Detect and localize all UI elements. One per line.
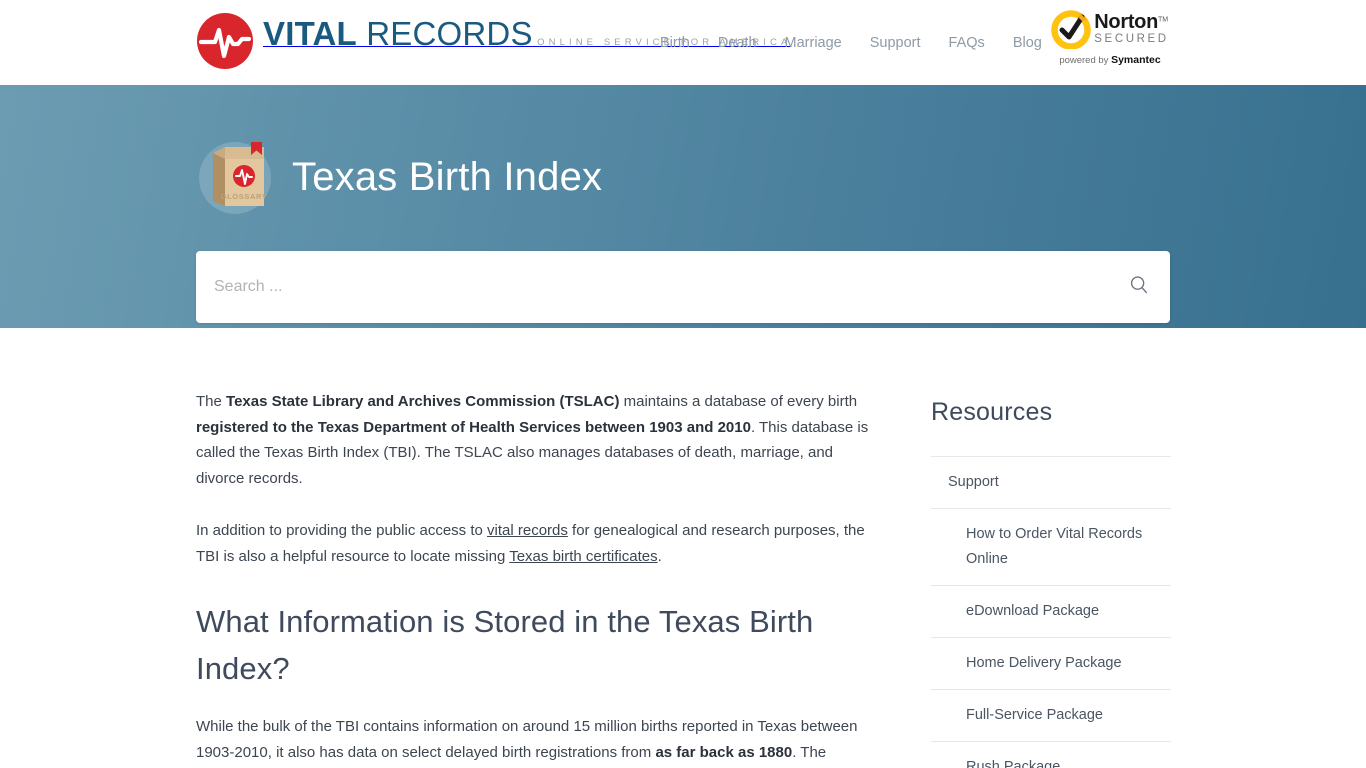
norton-tm: TM: [1158, 16, 1169, 24]
logo-title: VITAL RECORDS: [263, 15, 533, 52]
norton-secured-badge[interactable]: NortonTM SECURED powered by Symantec: [1049, 7, 1171, 75]
p2-part-1: In addition to providing the public acce…: [196, 522, 488, 539]
sidebar-item-how-to-order-vital-records-online[interactable]: How to Order Vital Records Online: [931, 522, 1171, 572]
section-heading: What Information is Stored in the Texas …: [196, 604, 814, 686]
resources-sidebar: Resources Support How to Order Vital Rec…: [931, 328, 1171, 768]
sidebar-title: Resources: [931, 398, 1053, 426]
norton-powered-by: powered by Symantec: [1059, 54, 1160, 66]
resources-list: Support How to Order Vital Records Onlin…: [931, 456, 1171, 768]
article-content: The Texas State Library and Archives Com…: [196, 328, 876, 768]
hero-inner: GLOSSARY Texas Birth Index: [196, 85, 1170, 323]
nav-item-faqs[interactable]: FAQs: [949, 35, 985, 51]
p1-bold-2: registered to the Texas Department of He…: [196, 418, 751, 436]
link-vital-records[interactable]: vital records: [487, 522, 568, 539]
sidebar-item-support[interactable]: Support: [931, 470, 1171, 495]
logo-title-light: RECORDS: [356, 15, 533, 52]
list-item[interactable]: Rush Package: [931, 741, 1171, 768]
nav-item-birth[interactable]: Birth: [660, 35, 690, 51]
site-header: VITAL RECORDS ONLINE SERVICE FOR AMERICA…: [0, 0, 1366, 85]
p1-part-2: maintains a database of every birth: [619, 393, 858, 410]
glossary-book-icon: GLOSSARY: [196, 136, 274, 218]
nav-item-marriage[interactable]: Marriage: [785, 35, 842, 51]
list-item[interactable]: Support: [931, 456, 1171, 508]
list-item[interactable]: Home Delivery Package: [931, 637, 1171, 689]
norton-symantec-brand: Symantec: [1111, 54, 1161, 66]
norton-checkmark-icon: [1051, 9, 1092, 50]
link-texas-birth-certificates[interactable]: Texas birth certificates: [509, 548, 657, 565]
norton-badge-top: NortonTM SECURED: [1051, 7, 1168, 51]
search-submit-button[interactable]: [1122, 270, 1156, 304]
article-paragraph-1: The Texas State Library and Archives Com…: [196, 389, 876, 491]
list-item[interactable]: eDownload Package: [931, 585, 1171, 637]
nav-item-death[interactable]: Death: [718, 35, 757, 51]
sidebar-item-home-delivery-package[interactable]: Home Delivery Package: [931, 651, 1171, 676]
svg-text:GLOSSARY: GLOSSARY: [221, 192, 268, 201]
search-box[interactable]: [196, 250, 1170, 323]
norton-wordmark: Norton: [1094, 11, 1159, 34]
list-item[interactable]: How to Order Vital Records Online: [931, 508, 1171, 585]
search-icon: [1128, 274, 1150, 299]
logo-title-bold: VITAL: [263, 15, 357, 52]
page-title: Texas Birth Index: [292, 154, 603, 199]
hero-banner: GLOSSARY Texas Birth Index: [0, 85, 1366, 328]
p2-part-3: .: [657, 547, 662, 565]
content-wrap: The Texas State Library and Archives Com…: [196, 328, 1171, 768]
p1-bold-1: Texas State Library and Archives Commiss…: [226, 393, 620, 410]
sidebar-item-rush-package[interactable]: Rush Package: [931, 755, 1171, 768]
norton-secured-text: SECURED: [1094, 33, 1169, 46]
page-body: The Texas State Library and Archives Com…: [0, 328, 1366, 768]
article-paragraph-3: While the bulk of the TBI contains infor…: [196, 714, 876, 768]
sidebar-item-full-service-package[interactable]: Full-Service Package: [931, 703, 1171, 728]
p3-bold-1: as far back as 1880: [655, 743, 793, 761]
hero-title-row: GLOSSARY Texas Birth Index: [196, 85, 1170, 227]
heartbeat-circle-icon: [196, 12, 254, 70]
nav-item-support[interactable]: Support: [870, 35, 921, 51]
nav-item-blog[interactable]: Blog: [1013, 35, 1042, 51]
main-navigation: Birth Death Marriage Support FAQs Blog: [660, 0, 1042, 85]
sidebar-item-edownload-package[interactable]: eDownload Package: [931, 599, 1171, 624]
article-paragraph-2: In addition to providing the public acce…: [196, 518, 876, 569]
p1-part-1: The: [196, 393, 227, 410]
search-input[interactable]: [196, 251, 1170, 322]
norton-powered-prefix: powered by: [1059, 55, 1112, 66]
list-item[interactable]: Full-Service Package: [931, 689, 1171, 741]
